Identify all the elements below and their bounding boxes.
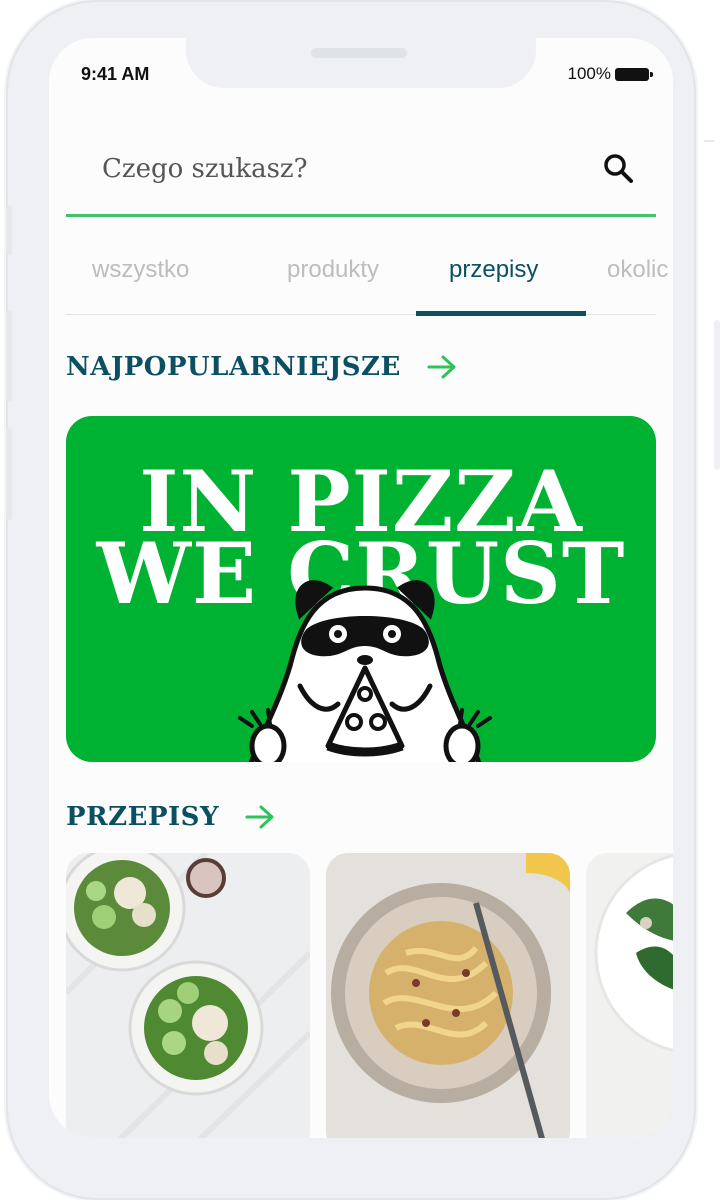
recipes-title: PRZEPISY	[66, 802, 220, 832]
arrow-right-icon[interactable]	[245, 804, 275, 830]
recipe-photo-salad	[66, 853, 310, 1138]
arrow-right-icon[interactable]	[427, 354, 457, 380]
recipe-card[interactable]	[326, 853, 570, 1138]
tab-przepisy[interactable]: przepisy	[449, 256, 538, 284]
tab-produkty[interactable]: produkty	[287, 256, 379, 284]
popular-section-header[interactable]: NAJPOPULARNIEJSZE	[66, 352, 457, 382]
notch	[186, 38, 536, 88]
status-battery: 100%	[567, 64, 653, 84]
screen: 9:41 AM 100% wszystko produkty przepisy …	[49, 38, 673, 1138]
raccoon-pizza-icon	[238, 580, 492, 762]
recipe-card[interactable]	[586, 853, 673, 1138]
status-time: 9:41 AM	[81, 64, 150, 84]
search-icon[interactable]	[602, 152, 636, 186]
volume-down-button	[6, 428, 12, 520]
frame-edge-line	[704, 140, 714, 142]
popular-title: NAJPOPULARNIEJSZE	[66, 352, 401, 382]
mute-switch	[6, 205, 12, 255]
recipe-photo-carbonara	[326, 853, 570, 1138]
featured-banner[interactable]: IN PIZZA WE CRUST	[66, 416, 656, 762]
tab-wszystko[interactable]: wszystko	[92, 256, 189, 284]
tab-bar: wszystko produkty przepisy okolic	[66, 250, 668, 316]
battery-percent: 100%	[567, 64, 611, 83]
recipe-cards	[66, 853, 673, 1138]
recipes-section-header[interactable]: PRZEPISY	[66, 802, 275, 832]
power-button	[714, 320, 720, 470]
tab-okolica[interactable]: okolic	[607, 256, 668, 284]
recipe-photo-greens	[586, 853, 673, 1138]
search-input[interactable]	[100, 148, 574, 190]
recipe-card[interactable]	[66, 853, 310, 1138]
search-bar	[66, 124, 656, 217]
volume-up-button	[6, 310, 12, 402]
speaker	[311, 48, 407, 58]
tab-active-indicator	[416, 311, 586, 316]
battery-icon	[615, 67, 653, 81]
